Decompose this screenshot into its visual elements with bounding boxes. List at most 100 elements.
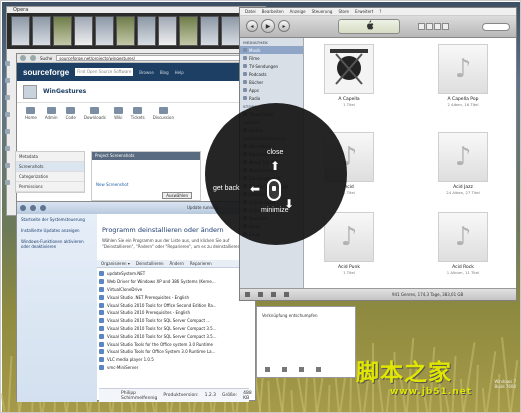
tab-thumbnail[interactable] bbox=[137, 16, 156, 46]
menu-item[interactable]: Erweitert bbox=[355, 9, 373, 14]
tab-thumbnail[interactable] bbox=[11, 16, 30, 46]
program-row[interactable]: VirtualCloneDrive bbox=[99, 286, 249, 294]
back-icon[interactable] bbox=[20, 205, 26, 211]
tab-label: Discussion bbox=[152, 115, 174, 120]
view-switcher[interactable] bbox=[418, 23, 449, 30]
next-icon[interactable]: ▸ bbox=[278, 20, 290, 32]
menu-item[interactable]: Steuerung bbox=[312, 9, 333, 14]
album-item[interactable]: A Capella 1 Titel bbox=[320, 44, 378, 107]
program-row[interactable]: Visual Studio 2010 Prerequisites - Engli… bbox=[99, 309, 249, 317]
sourceforge-logo[interactable]: sourceforge bbox=[23, 68, 69, 77]
sidebar-item[interactable]: Bücher bbox=[240, 78, 303, 86]
project-name[interactable]: WinGestures bbox=[43, 88, 86, 95]
menu-item[interactable]: Store bbox=[338, 9, 349, 14]
forward-icon[interactable] bbox=[30, 55, 36, 61]
tab-thumbnail[interactable] bbox=[95, 16, 114, 46]
sidebar-item[interactable]: Apps bbox=[240, 86, 303, 94]
sidebar-item[interactable]: Filme bbox=[240, 54, 303, 62]
nav-browse[interactable]: Browse bbox=[139, 70, 154, 75]
program-row[interactable]: Visual Studio .NET Prerequisites - Engli… bbox=[99, 293, 249, 301]
tab-thumbnail[interactable] bbox=[179, 16, 198, 46]
refresh-icon[interactable] bbox=[40, 205, 46, 211]
menu-item[interactable]: Bearbeiten bbox=[262, 9, 284, 14]
dock-icon[interactable] bbox=[5, 163, 10, 168]
itunes-search-input[interactable] bbox=[482, 23, 510, 31]
sourceforge-search-input[interactable]: Find Open Source Software bbox=[75, 68, 134, 76]
sidebar-item[interactable]: Radio bbox=[240, 94, 303, 102]
task-link[interactable]: Installierte Updates anzeigen bbox=[17, 225, 97, 236]
dock-icon[interactable] bbox=[5, 146, 10, 151]
back-icon[interactable] bbox=[20, 55, 26, 61]
program-row[interactable]: Visual Studio 2010 Tools for Office Seco… bbox=[99, 301, 249, 309]
tab-thumbnail[interactable] bbox=[158, 16, 177, 46]
program-row[interactable]: Web Driver for Windows XP and 386 System… bbox=[99, 278, 249, 286]
search-label[interactable]: Suche bbox=[40, 56, 52, 61]
nav-blog[interactable]: Blog bbox=[160, 70, 169, 75]
tab-downloads[interactable]: Downloads bbox=[84, 107, 106, 120]
sidebar-item[interactable]: Musik bbox=[240, 46, 303, 54]
tab-discussion[interactable]: Discussion bbox=[153, 107, 174, 120]
tab-code[interactable]: Code bbox=[66, 107, 76, 120]
tab-thumbnail[interactable] bbox=[116, 16, 135, 46]
dock-icon[interactable] bbox=[5, 180, 10, 185]
control-panel-window[interactable]: Update running... Startseite der Systems… bbox=[16, 201, 257, 402]
admin-item-categorization[interactable]: Categorization bbox=[16, 172, 84, 182]
forward-icon[interactable] bbox=[30, 205, 36, 211]
tab-thumbnail[interactable] bbox=[200, 16, 219, 46]
program-row[interactable]: Visual Studio 2010 Tools for SQL Server … bbox=[99, 332, 249, 340]
tab-wiki[interactable]: Wiki bbox=[113, 107, 123, 120]
admin-item-screenshots[interactable]: Screenshots bbox=[16, 162, 84, 172]
admin-item-permissions[interactable]: Permissions bbox=[16, 182, 84, 192]
tab-thumbnail[interactable] bbox=[74, 16, 93, 46]
menu-item[interactable]: Anzeige bbox=[290, 9, 306, 14]
program-row[interactable]: vmc-MiniServer bbox=[99, 364, 249, 372]
program-row[interactable]: updateSystem.NET bbox=[99, 270, 249, 278]
task-link[interactable]: Windows-Funktionen aktivieren oder deakt… bbox=[17, 236, 97, 252]
new-screenshot-link[interactable]: New Screenshot bbox=[96, 182, 128, 187]
tab-tickets[interactable]: Tickets bbox=[131, 107, 145, 120]
toolbar-button[interactable]: Reparieren bbox=[190, 261, 212, 266]
system-tray: Windows 7 Build 7600 bbox=[494, 379, 516, 389]
tab-admin[interactable]: Admin bbox=[45, 107, 58, 120]
shuffle-icon[interactable] bbox=[258, 292, 263, 297]
program-row[interactable]: Visual Studio 2010 Tools for SQL Server … bbox=[99, 325, 249, 333]
tab-thumbnail[interactable] bbox=[221, 16, 240, 46]
version-label: Produktversion: bbox=[163, 393, 199, 398]
tab-home[interactable]: Home bbox=[25, 107, 37, 120]
task-link[interactable]: Startseite der Systemsteuerung bbox=[17, 214, 97, 225]
nav-help[interactable]: Help bbox=[175, 70, 184, 75]
program-row[interactable]: Visual Studio Tools for Office System 3.… bbox=[99, 348, 249, 356]
program-row[interactable]: Visual Studio 2010 Tools for SQL Server … bbox=[99, 317, 249, 325]
toolbar-button[interactable]: Ändern bbox=[170, 261, 184, 266]
dock-icon[interactable] bbox=[5, 61, 10, 66]
repeat-icon[interactable] bbox=[271, 292, 276, 297]
dock-icon[interactable] bbox=[5, 95, 10, 100]
control-panel-description: Wählen Sie ein Programm aus der Liste au… bbox=[102, 238, 242, 249]
toolbar-button[interactable]: Deinstallieren bbox=[136, 261, 164, 266]
address-bar[interactable]: sourceforge.net/projects/wingestures/ bbox=[56, 55, 242, 61]
menu-item[interactable]: ? bbox=[379, 9, 381, 14]
tab-label: Home bbox=[25, 115, 37, 120]
program-row[interactable]: Visual Studio Tools for the Office syste… bbox=[99, 340, 249, 348]
choose-file-button[interactable]: Auswählen bbox=[162, 192, 192, 199]
dock-icon[interactable] bbox=[5, 129, 10, 134]
play-icon[interactable]: ▶ bbox=[261, 19, 275, 33]
toolbar-button[interactable]: Organisieren ▾ bbox=[101, 261, 130, 266]
previous-icon[interactable]: ◂ bbox=[246, 20, 258, 32]
sidebar-item[interactable]: Podcasts bbox=[240, 70, 303, 78]
album-item[interactable]: ♪ Acid Jazz 24 Alben, 27 Titel bbox=[434, 132, 492, 195]
tab-thumbnail[interactable] bbox=[53, 16, 72, 46]
artwork-icon[interactable] bbox=[284, 292, 289, 297]
dock-icon[interactable] bbox=[5, 112, 10, 117]
tab-thumbnail[interactable] bbox=[32, 16, 51, 46]
dock-icon[interactable] bbox=[5, 78, 10, 83]
album-item[interactable]: ♪ Acid Rock 1 Album, 11 Titel bbox=[434, 212, 492, 275]
add-playlist-icon[interactable] bbox=[245, 292, 250, 297]
menu-item[interactable]: Datei bbox=[245, 9, 256, 14]
album-item[interactable]: ♪ A Capella Pop 2 Alben, 16 Titel bbox=[434, 44, 492, 107]
admin-item-metadata[interactable]: Metadata bbox=[16, 152, 84, 162]
album-subtitle: 1 Titel bbox=[343, 102, 355, 107]
program-row[interactable]: VLC media player 1.0.5 bbox=[99, 356, 249, 364]
tab-thumbnail-strip[interactable] bbox=[7, 13, 265, 49]
sidebar-item[interactable]: TV-Sendungen bbox=[240, 62, 303, 70]
